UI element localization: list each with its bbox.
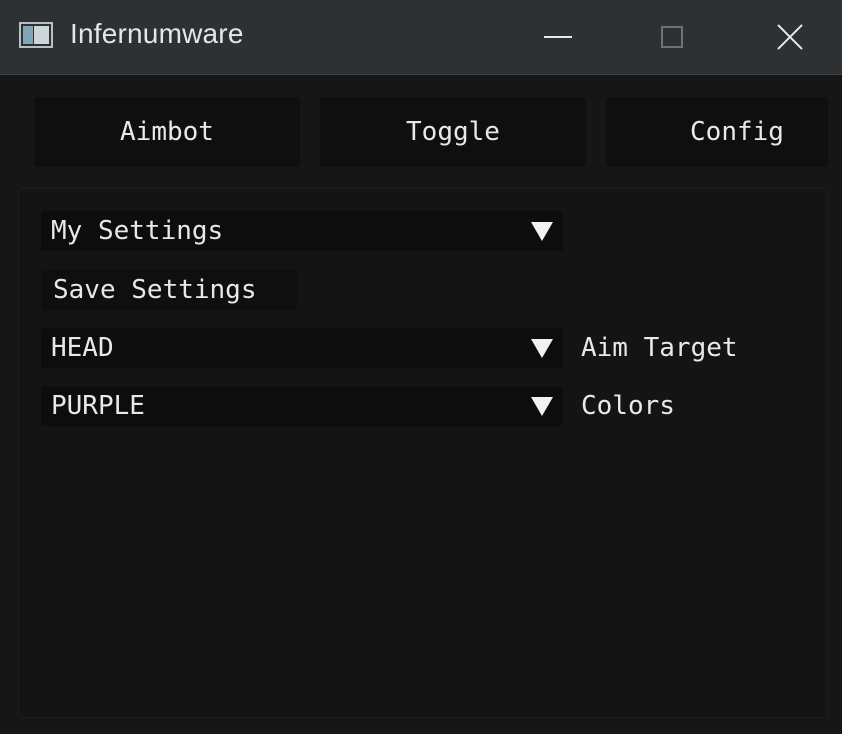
colors-dropdown[interactable]: PURPLE xyxy=(41,386,563,426)
maximize-button[interactable] xyxy=(632,0,712,74)
tab-aimbot[interactable]: Aimbot xyxy=(34,97,300,167)
colors-label: Colors xyxy=(581,391,675,421)
main-content: Aimbot Toggle Config My Settings Save Se… xyxy=(0,75,842,734)
tab-label: Config xyxy=(690,117,784,147)
close-button[interactable] xyxy=(750,0,830,74)
tab-config[interactable]: Config xyxy=(606,97,828,167)
dropdown-arrow-icon xyxy=(531,222,553,241)
close-icon xyxy=(775,22,805,52)
title-bar[interactable]: Infernumware xyxy=(0,0,842,75)
aim-target-value: HEAD xyxy=(51,333,114,363)
dropdown-arrow-icon xyxy=(531,397,553,416)
app-window-icon xyxy=(19,22,53,48)
aim-target-label: Aim Target xyxy=(581,333,738,363)
aim-target-dropdown[interactable]: HEAD xyxy=(41,328,563,368)
settings-panel: My Settings Save Settings HEAD Aim Targe… xyxy=(18,188,828,718)
tab-label: Toggle xyxy=(406,117,500,147)
window-title: Infernumware xyxy=(70,18,244,49)
maximize-icon xyxy=(661,26,683,48)
minimize-button[interactable] xyxy=(518,0,598,74)
save-settings-button[interactable]: Save Settings xyxy=(41,269,297,311)
tab-toggle[interactable]: Toggle xyxy=(320,97,586,167)
profile-dropdown[interactable]: My Settings xyxy=(41,211,563,251)
tab-label: Aimbot xyxy=(120,117,214,147)
colors-value: PURPLE xyxy=(51,391,145,421)
app-window: Infernumware Aimbot Toggle Config My Set… xyxy=(0,0,842,734)
profile-dropdown-value: My Settings xyxy=(51,216,224,246)
minimize-icon xyxy=(544,36,572,38)
dropdown-arrow-icon xyxy=(531,339,553,358)
